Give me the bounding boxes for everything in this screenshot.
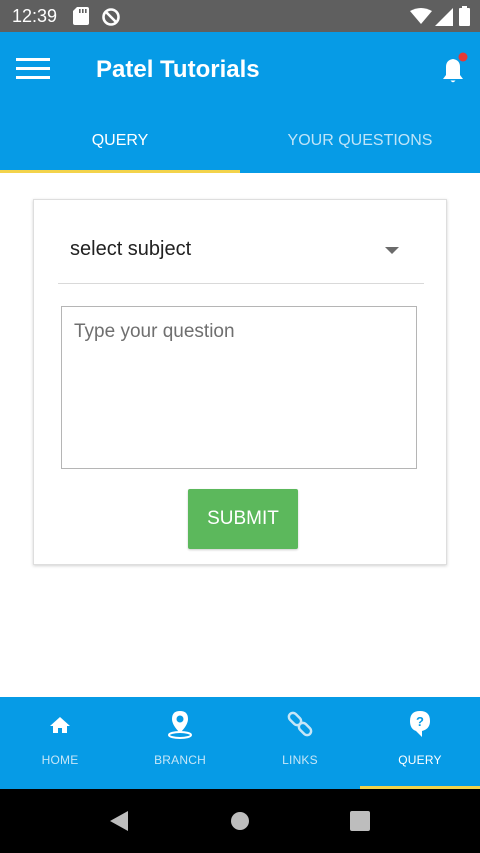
help-icon: ?: [410, 711, 430, 737]
status-time: 12:39: [12, 6, 58, 26]
app-bar: Patel Tutorials: [0, 32, 480, 108]
battery-icon: [459, 6, 470, 26]
notification-dot: [458, 52, 468, 62]
dropdown-arrow-icon: [385, 247, 399, 254]
nav-label-links: LINKS: [282, 753, 318, 767]
notification-bell-icon[interactable]: [440, 52, 470, 86]
tab-query[interactable]: QUERY: [0, 108, 240, 173]
signal-icon: [435, 8, 453, 26]
submit-button[interactable]: SUBMIT: [188, 489, 298, 549]
nav-label-home: HOME: [41, 753, 79, 767]
home-circle-icon[interactable]: [229, 810, 251, 832]
menu-icon[interactable]: [16, 56, 50, 82]
nav-item-branch[interactable]: BRANCH: [120, 697, 240, 789]
nav-label-query: QUERY: [398, 753, 442, 767]
query-card: select subject SUBMIT: [33, 199, 447, 565]
nav-item-links[interactable]: LINKS: [240, 697, 360, 789]
bottom-navigation: HOME BRANCH LINKS ? QUERY: [0, 697, 480, 789]
nav-item-query[interactable]: ? QUERY: [360, 697, 480, 789]
location-pin-icon: [168, 711, 192, 739]
tab-your-questions[interactable]: YOUR QUESTIONS: [240, 108, 480, 173]
status-bar: 12:39: [0, 0, 480, 32]
svg-text:?: ?: [416, 714, 424, 729]
recents-icon[interactable]: [349, 810, 371, 832]
tab-indicator: [0, 170, 240, 173]
subject-dropdown[interactable]: select subject: [58, 220, 424, 284]
sd-card-icon: [73, 7, 89, 25]
system-nav-bar: [0, 789, 480, 853]
subject-dropdown-value: select subject: [70, 238, 192, 260]
question-input[interactable]: [61, 306, 417, 469]
tab-bar: QUERY YOUR QUESTIONS: [0, 108, 480, 173]
nav-label-branch: BRANCH: [154, 753, 206, 767]
wifi-icon: [410, 8, 432, 24]
back-icon[interactable]: [108, 809, 130, 833]
link-icon: [287, 711, 313, 737]
app-title: Patel Tutorials: [96, 56, 260, 83]
home-icon: [50, 717, 70, 733]
nav-item-home[interactable]: HOME: [0, 697, 120, 789]
sync-off-icon: [102, 8, 120, 26]
